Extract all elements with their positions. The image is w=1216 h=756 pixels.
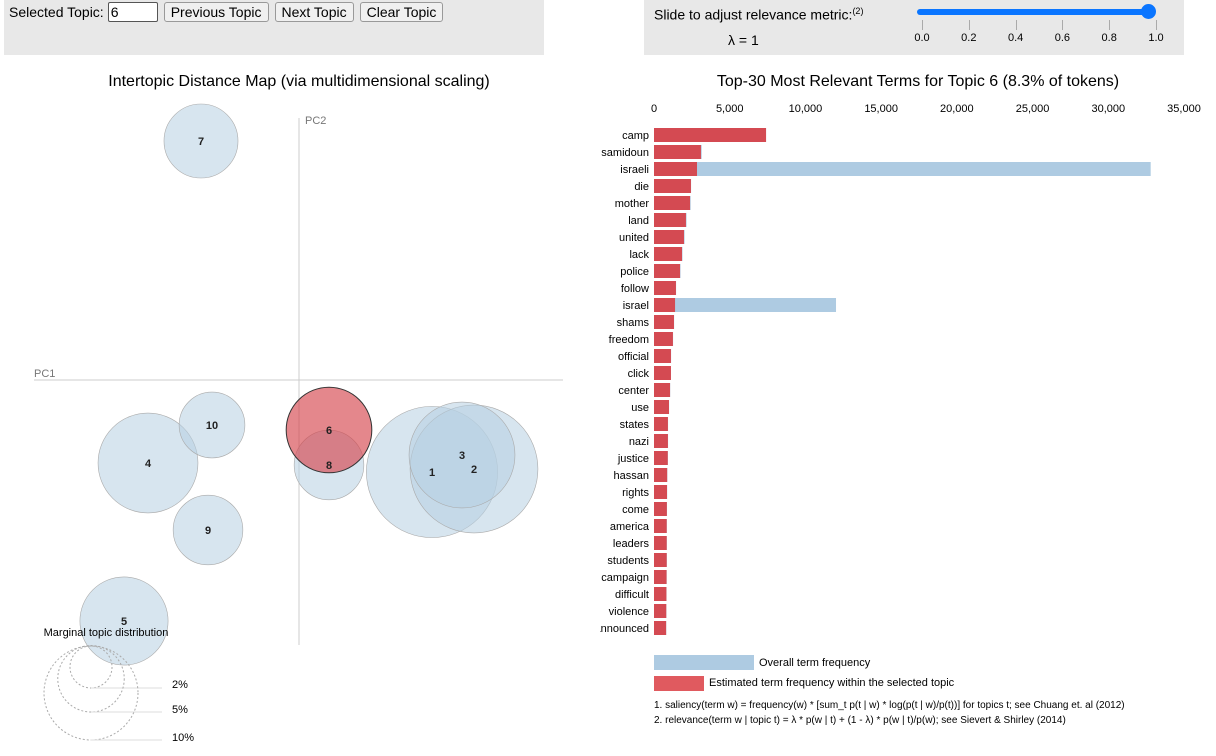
- x-tick-label: 0: [651, 103, 657, 115]
- bar-estimated-students[interactable]: [654, 553, 667, 567]
- bar-overall-israel[interactable]: [654, 298, 837, 312]
- term-label[interactable]: israel: [623, 300, 649, 312]
- term-label[interactable]: follow: [621, 283, 649, 295]
- term-label[interactable]: states: [620, 419, 650, 431]
- term-label[interactable]: come: [622, 504, 649, 516]
- topic-label-7[interactable]: 7: [198, 136, 204, 148]
- topic-label-10[interactable]: 10: [206, 420, 218, 432]
- legend-estimated-label: Estimated term frequency within the sele…: [709, 677, 955, 689]
- bar-estimated-difficult[interactable]: [654, 587, 667, 601]
- term-label[interactable]: difficult: [615, 589, 649, 601]
- term-label[interactable]: students: [607, 555, 649, 567]
- term-label[interactable]: police: [620, 266, 649, 278]
- term-label[interactable]: lack: [629, 249, 649, 261]
- bar-estimated-justice[interactable]: [654, 451, 668, 465]
- term-label[interactable]: shams: [617, 317, 650, 329]
- term-label[interactable]: samidoun: [601, 147, 649, 159]
- size-legend-label: 10%: [172, 732, 194, 744]
- bar-estimated-center[interactable]: [654, 383, 671, 397]
- term-label[interactable]: mother: [615, 198, 650, 210]
- bar-estimated-use[interactable]: [654, 400, 669, 414]
- bar-estimated-lack[interactable]: [654, 247, 683, 261]
- size-legend-label: 2%: [172, 679, 188, 691]
- term-label[interactable]: justice: [617, 453, 649, 465]
- bar-estimated-shams[interactable]: [654, 315, 674, 329]
- bar-estimated-come[interactable]: [654, 502, 667, 516]
- bar-estimated-united[interactable]: [654, 230, 684, 244]
- size-legend-label: 5%: [172, 704, 188, 716]
- term-label[interactable]: leaders: [613, 538, 650, 550]
- topic-label-6[interactable]: 6: [326, 425, 332, 437]
- bar-estimated-nazi[interactable]: [654, 434, 668, 448]
- x-tick-label: 10,000: [789, 103, 823, 115]
- bar-estimated-camp[interactable]: [654, 128, 767, 142]
- term-label[interactable]: freedom: [609, 334, 649, 346]
- term-label[interactable]: united: [619, 232, 649, 244]
- bar-estimated-land[interactable]: [654, 213, 686, 227]
- bar-estimated-follow[interactable]: [654, 281, 676, 295]
- x-tick-label: 30,000: [1091, 103, 1125, 115]
- bar-chart-title: Top-30 Most Relevant Terms for Topic 6 (…: [717, 73, 1119, 90]
- pc1-label: PC1: [34, 368, 55, 380]
- x-tick-label: 5,000: [716, 103, 744, 115]
- term-label[interactable]: center: [618, 385, 649, 397]
- bar-estimated-states[interactable]: [654, 417, 668, 431]
- intertopic-map: Intertopic Distance Map (via multidimens…: [34, 73, 563, 744]
- term-label[interactable]: land: [628, 215, 649, 227]
- size-legend-circle: [43, 645, 139, 741]
- bar-overall-israeli[interactable]: [654, 162, 1151, 176]
- bar-estimated-israel[interactable]: [654, 298, 676, 312]
- topic-label-8[interactable]: 8: [326, 460, 332, 472]
- term-label[interactable]: hassan: [614, 470, 649, 482]
- term-label[interactable]: use: [631, 402, 649, 414]
- pc2-label: PC2: [305, 115, 326, 127]
- term-bar-chart: Top-30 Most Relevant Terms for Topic 6 (…: [600, 73, 1201, 726]
- topic-label-4[interactable]: 4: [145, 458, 152, 470]
- bar-estimated-mother[interactable]: [654, 196, 691, 210]
- x-tick-label: 15,000: [864, 103, 898, 115]
- term-label[interactable]: campaign: [601, 572, 649, 584]
- term-label[interactable]: rights: [622, 487, 649, 499]
- term-label[interactable]: israeli: [620, 164, 649, 176]
- bar-estimated-hassan[interactable]: [654, 468, 668, 482]
- term-label[interactable]: violence: [609, 606, 649, 618]
- bar-estimated-israeli[interactable]: [654, 162, 698, 176]
- term-label[interactable]: click: [628, 368, 650, 380]
- term-label[interactable]: die: [634, 181, 649, 193]
- bar-estimated-violence[interactable]: [654, 604, 667, 618]
- bar-estimated-america[interactable]: [654, 519, 667, 533]
- map-title: Intertopic Distance Map (via multidimens…: [108, 73, 490, 90]
- x-tick-label: 25,000: [1016, 103, 1050, 115]
- bar-estimated-leaders[interactable]: [654, 536, 667, 550]
- bar-estimated-rights[interactable]: [654, 485, 668, 499]
- topic-label-2[interactable]: 2: [471, 464, 477, 476]
- legend-overall-swatch: [654, 655, 754, 670]
- x-tick-label: 35,000: [1167, 103, 1201, 115]
- bar-estimated-die[interactable]: [654, 179, 691, 193]
- term-label[interactable]: camp: [622, 130, 649, 142]
- term-label[interactable]: america: [610, 521, 650, 533]
- legend-overall-label: Overall term frequency: [759, 657, 871, 669]
- term-label[interactable]: announced: [600, 623, 649, 635]
- topic-label-1[interactable]: 1: [429, 467, 435, 479]
- x-tick-label: 20,000: [940, 103, 974, 115]
- footnote-saliency: 1. saliency(term w) = frequency(w) * [su…: [654, 700, 1125, 711]
- legend-estimated-swatch: [654, 676, 704, 691]
- term-label[interactable]: official: [618, 351, 649, 363]
- size-legend-title: Marginal topic distribution: [44, 627, 169, 639]
- bar-estimated-police[interactable]: [654, 264, 681, 278]
- bar-estimated-campaign[interactable]: [654, 570, 667, 584]
- topic-label-9[interactable]: 9: [205, 525, 211, 537]
- footnote-relevance: 2. relevance(term w | topic t) = λ * p(w…: [654, 715, 1066, 726]
- bar-estimated-click[interactable]: [654, 366, 671, 380]
- term-label[interactable]: nazi: [629, 436, 649, 448]
- bar-estimated-official[interactable]: [654, 349, 671, 363]
- topic-label-3[interactable]: 3: [459, 450, 465, 462]
- bar-estimated-freedom[interactable]: [654, 332, 673, 346]
- bar-estimated-samidoun[interactable]: [654, 145, 701, 159]
- bar-estimated-announced[interactable]: [654, 621, 667, 635]
